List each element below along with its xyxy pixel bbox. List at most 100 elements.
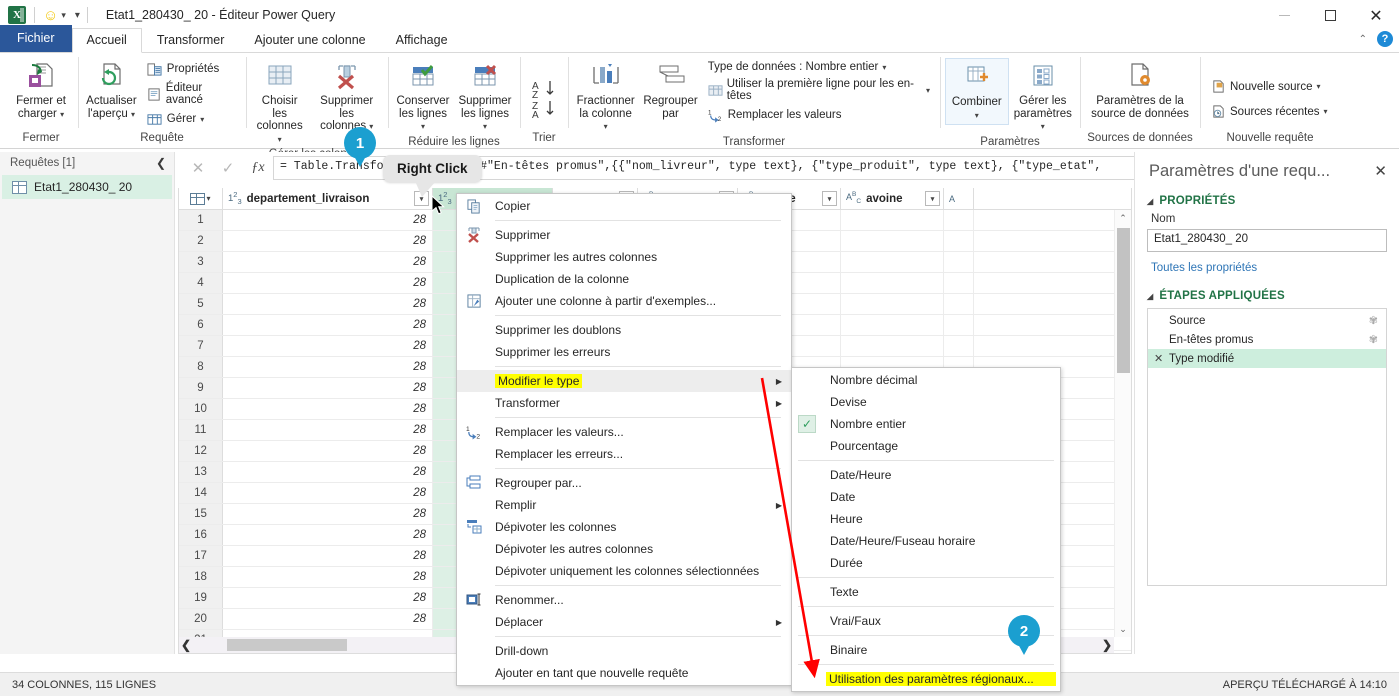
submenu-nombre-decimal[interactable]: Nombre décimal <box>792 369 1060 391</box>
smiley-icon[interactable]: ☺ <box>43 8 58 23</box>
table-cell[interactable]: 28 <box>223 420 433 440</box>
fractionner-la-colonne-button[interactable]: Fractionnerla colonne ▾ <box>573 58 638 136</box>
table-cell[interactable] <box>841 252 944 272</box>
table-cell[interactable] <box>944 273 974 293</box>
chevron-down-icon[interactable]: ▾ <box>61 10 66 21</box>
tab-affichage[interactable]: Affichage <box>381 28 463 53</box>
editeur-avance-button[interactable]: Éditeur avancé <box>144 81 239 107</box>
ctx-remplacer-les-erreurs[interactable]: Remplacer les erreurs... <box>457 443 791 465</box>
properties-section-header[interactable]: ◢ PROPRIÉTÉS <box>1147 195 1387 207</box>
select-all-corner-button[interactable]: ▾ <box>179 188 223 209</box>
scroll-right-icon[interactable]: ❯ <box>1102 638 1112 652</box>
delete-step-icon[interactable]: ✕ <box>1154 352 1164 365</box>
scroll-left-icon[interactable]: ❮ <box>181 638 191 652</box>
filter-button[interactable]: ▾ <box>925 191 940 206</box>
scroll-down-icon[interactable]: ⌄ <box>1115 621 1131 637</box>
help-icon[interactable]: ? <box>1377 31 1393 47</box>
chevron-down-icon[interactable]: ▾ <box>1316 82 1320 91</box>
submenu-duree[interactable]: Durée <box>792 552 1060 574</box>
column-header-avoine[interactable]: ABC avoine ▾ <box>841 188 944 209</box>
submenu-date[interactable]: Date <box>792 486 1060 508</box>
table-cell[interactable] <box>944 336 974 356</box>
combiner-button[interactable]: Combiner▾ <box>945 58 1009 125</box>
submenu-date-heure[interactable]: Date/Heure <box>792 464 1060 486</box>
chevron-down-icon[interactable]: ▾ <box>882 63 886 72</box>
trier-buttons[interactable]: A Z Z A <box>526 76 562 122</box>
table-cell[interactable] <box>841 336 944 356</box>
utiliser-premiere-ligne-button[interactable]: Utiliser la première ligne pour les en-t… <box>705 77 933 103</box>
table-cell[interactable]: 28 <box>223 378 433 398</box>
table-cell[interactable] <box>841 294 944 314</box>
submenu-heure[interactable]: Heure <box>792 508 1060 530</box>
query-name-input[interactable]: Etat1_280430_ 20 <box>1147 229 1387 252</box>
row-number[interactable]: 1 <box>179 210 223 230</box>
row-number[interactable]: 3 <box>179 252 223 272</box>
chevron-up-icon[interactable]: ⌃ <box>1359 34 1367 45</box>
actualiser-apercu-button[interactable]: Actualiserl'aperçu ▾ <box>83 58 140 123</box>
column-header-partial[interactable]: A <box>944 188 974 209</box>
supprimer-les-colonnes-button[interactable]: Supprimer lescolonnes ▾ <box>310 58 383 136</box>
row-number[interactable]: 11 <box>179 420 223 440</box>
sources-recentes-button[interactable]: Sources récentes ▾ <box>1207 103 1331 121</box>
chevron-left-icon[interactable]: ❮ <box>156 156 166 170</box>
supprimer-les-lignes-button[interactable]: Supprimerles lignes ▾ <box>455 58 515 136</box>
step-en-tetes-promus[interactable]: En-têtes promus ✾ <box>1148 330 1386 349</box>
tab-ajouter-une-colonne[interactable]: Ajouter une colonne <box>239 28 380 53</box>
table-cell[interactable]: 28 <box>223 273 433 293</box>
submenu-devise[interactable]: Devise <box>792 391 1060 413</box>
table-cell[interactable]: 28 <box>223 294 433 314</box>
ctx-remplacer-les-valeurs[interactable]: 1 2 Remplacer les valeurs... <box>457 421 791 443</box>
table-cell[interactable] <box>841 210 944 230</box>
table-cell[interactable] <box>944 231 974 251</box>
table-cell[interactable]: 28 <box>223 231 433 251</box>
table-cell[interactable]: 28 <box>223 315 433 335</box>
minimize-button[interactable] <box>1261 0 1307 30</box>
parametres-source-de-donnees-button[interactable]: Paramètres de lasource de données <box>1086 58 1194 122</box>
conserver-les-lignes-button[interactable]: Conserverles lignes ▾ <box>393 58 453 136</box>
ctx-supprimer-les-doublons[interactable]: Supprimer les doublons <box>457 319 791 341</box>
table-cell[interactable] <box>841 273 944 293</box>
proprietes-button[interactable]: Propriétés <box>144 60 239 78</box>
horizontal-scroll-thumb[interactable] <box>227 639 347 651</box>
row-number[interactable]: 6 <box>179 315 223 335</box>
table-cell[interactable] <box>944 315 974 335</box>
row-number[interactable]: 17 <box>179 546 223 566</box>
maximize-button[interactable] <box>1307 0 1353 30</box>
formula-accept-button[interactable]: ✓ <box>213 156 243 180</box>
tab-transformer[interactable]: Transformer <box>142 28 240 53</box>
ctx-supprimer[interactable]: Supprimer <box>457 224 791 246</box>
row-number[interactable]: 9 <box>179 378 223 398</box>
chevron-down-icon[interactable]: ▾ <box>200 115 204 124</box>
table-cell[interactable]: 28 <box>223 609 433 629</box>
row-number[interactable]: 12 <box>179 441 223 461</box>
table-cell[interactable]: 28 <box>223 546 433 566</box>
ctx-copier[interactable]: Copier <box>457 195 791 217</box>
column-header-departement_livraison[interactable]: 123 departement_livraison ▾ <box>223 188 433 209</box>
table-cell[interactable] <box>841 315 944 335</box>
row-number[interactable]: 8 <box>179 357 223 377</box>
tab-accueil[interactable]: Accueil <box>72 28 142 53</box>
ctx-transformer[interactable]: Transformer ▶ <box>457 392 791 414</box>
row-number[interactable]: 7 <box>179 336 223 356</box>
submenu-nombre-entier[interactable]: ✓ Nombre entier <box>792 413 1060 435</box>
ctx-remplir[interactable]: Remplir ▶ <box>457 494 791 516</box>
gear-icon[interactable]: ✾ <box>1369 333 1378 346</box>
row-number[interactable]: 16 <box>179 525 223 545</box>
table-cell[interactable]: 28 <box>223 504 433 524</box>
table-cell[interactable]: 28 <box>223 588 433 608</box>
row-number[interactable]: 14 <box>179 483 223 503</box>
table-cell[interactable]: 28 <box>223 462 433 482</box>
close-icon[interactable]: ✕ <box>1374 162 1387 180</box>
ctx-ajouter-une-colonne-a-partir-d-exemples[interactable]: Ajouter une colonne à partir d'exemples.… <box>457 290 791 312</box>
gerer-les-parametres-button[interactable]: Gérer lesparamètres ▾ <box>1011 58 1075 136</box>
chevron-down-icon[interactable]: ▾ <box>926 86 930 95</box>
scroll-up-icon[interactable]: ⌃ <box>1115 210 1131 226</box>
gear-icon[interactable]: ✾ <box>1369 314 1378 327</box>
table-cell[interactable]: 28 <box>223 252 433 272</box>
table-cell[interactable]: 28 <box>223 525 433 545</box>
ctx-supprimer-les-autres-colonnes[interactable]: Supprimer les autres colonnes <box>457 246 791 268</box>
table-cell[interactable]: 28 <box>223 483 433 503</box>
ctx-modifier-le-type[interactable]: Modifier le type ▶ <box>457 370 791 392</box>
ctx-depivoter-uniquement-les-colonnes-selectionnees[interactable]: Dépivoter uniquement les colonnes sélect… <box>457 560 791 582</box>
ctx-depivoter-les-autres-colonnes[interactable]: Dépivoter les autres colonnes <box>457 538 791 560</box>
